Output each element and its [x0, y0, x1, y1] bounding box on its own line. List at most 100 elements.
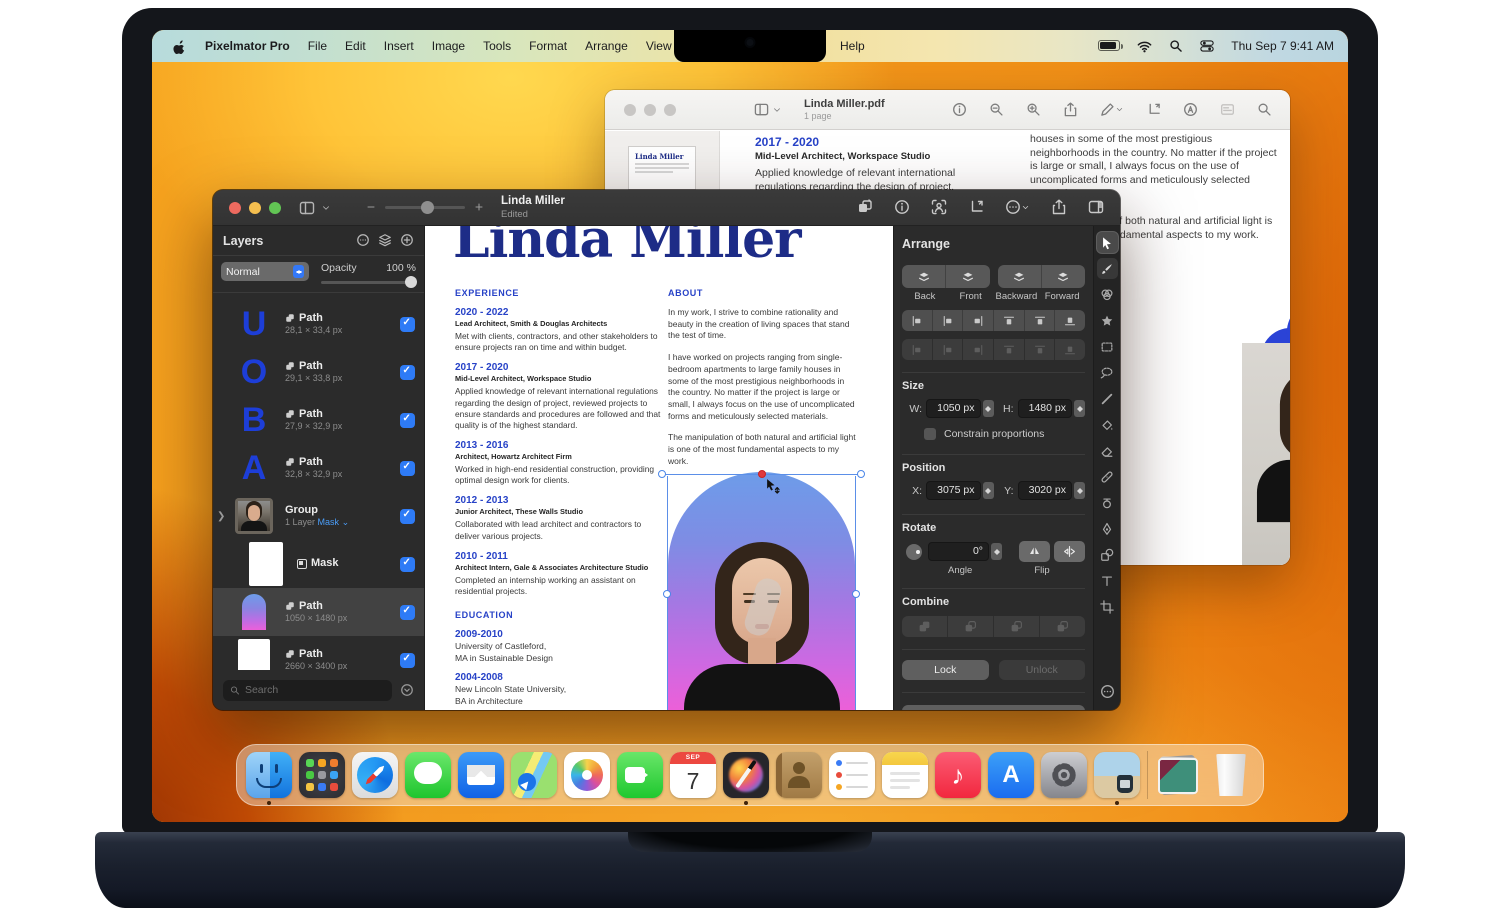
- right-sidebar-icon[interactable]: [1088, 199, 1104, 217]
- disclosure-chevron-icon[interactable]: ❯: [217, 511, 225, 522]
- layer-visibility-checkbox[interactable]: [400, 653, 415, 668]
- share-icon[interactable]: [1051, 199, 1067, 217]
- x-stepper[interactable]: [983, 482, 994, 499]
- rotation-dial[interactable]: [906, 544, 922, 560]
- minimize-button[interactable]: [644, 104, 656, 116]
- bring-forward-button[interactable]: [1042, 265, 1085, 288]
- layer-options-icon[interactable]: [356, 232, 370, 250]
- angle-field[interactable]: 0°: [928, 542, 989, 561]
- layers-search-field[interactable]: [223, 680, 392, 701]
- layers-filter-icon[interactable]: [378, 232, 392, 250]
- dock-messages[interactable]: [405, 752, 451, 798]
- layer-visibility-checkbox[interactable]: [400, 605, 415, 620]
- selection-handle-mid-right[interactable]: [852, 590, 860, 598]
- zoom-out-icon[interactable]: [989, 101, 1004, 119]
- y-field[interactable]: 3020 px: [1018, 481, 1073, 500]
- page-thumbnail[interactable]: Linda Miller: [629, 147, 695, 189]
- menu-edit[interactable]: Edit: [345, 39, 366, 53]
- layer-row-group[interactable]: ❯ Group1 Layer Mask ⌄: [213, 492, 424, 540]
- zoom-in-icon[interactable]: [1026, 101, 1041, 119]
- constrain-proportions-checkbox[interactable]: [924, 428, 936, 440]
- blend-mode-select[interactable]: Normal: [221, 262, 309, 281]
- erase-tool[interactable]: [1097, 440, 1118, 461]
- apple-menu-icon[interactable]: [172, 38, 187, 53]
- rect-select-tool[interactable]: [1097, 336, 1118, 357]
- layer-row-selected[interactable]: Path1050 × 1480 px: [213, 588, 424, 636]
- dock-stack[interactable]: [1155, 752, 1201, 798]
- menu-tools[interactable]: Tools: [483, 39, 511, 53]
- type-tool[interactable]: [1097, 570, 1118, 591]
- style-tool[interactable]: [1097, 258, 1118, 279]
- zoom-button[interactable]: [664, 104, 676, 116]
- dock-mail[interactable]: [458, 752, 504, 798]
- search-input[interactable]: [245, 684, 385, 696]
- dock-reminders[interactable]: [829, 752, 875, 798]
- mask-chevron-icon[interactable]: ⌄: [342, 517, 350, 527]
- align-left-button[interactable]: [902, 310, 933, 331]
- layer-row-mask[interactable]: Mask: [213, 540, 424, 588]
- height-field[interactable]: 1480 px: [1018, 399, 1073, 418]
- zoom-slider[interactable]: [365, 199, 485, 217]
- menu-image[interactable]: Image: [432, 39, 465, 53]
- dock-contacts[interactable]: [776, 752, 822, 798]
- info-icon[interactable]: [952, 101, 967, 119]
- layer-visibility-checkbox[interactable]: [400, 557, 415, 572]
- sidebar-toggle-button[interactable]: [754, 102, 782, 117]
- align-bottom-button[interactable]: [1055, 310, 1085, 331]
- crop-rotate-icon[interactable]: [968, 199, 984, 217]
- dock-pixelmator-pro[interactable]: [723, 752, 769, 798]
- dock-facetime[interactable]: [617, 752, 663, 798]
- close-button[interactable]: [229, 202, 241, 214]
- retouch-tool[interactable]: [1097, 466, 1118, 487]
- align-center-h-button[interactable]: [933, 310, 964, 331]
- effects-tool[interactable]: [1097, 310, 1118, 331]
- preview-titlebar[interactable]: Linda Miller.pdf 1 page: [605, 90, 1290, 130]
- transform-button[interactable]: Transform…: [902, 705, 1085, 710]
- zoom-plus-icon[interactable]: [473, 199, 485, 217]
- bring-front-button[interactable]: [946, 265, 989, 288]
- mask-link[interactable]: Mask: [318, 517, 340, 527]
- dock-system-settings[interactable]: [1041, 752, 1087, 798]
- selection-handle-top-center[interactable]: [758, 470, 766, 478]
- layer-visibility-checkbox[interactable]: [400, 413, 415, 428]
- layer-row[interactable]: B Path27,9 × 32,9 px: [213, 396, 424, 444]
- align-middle-v-button[interactable]: [1025, 310, 1056, 331]
- angle-stepper[interactable]: [991, 543, 1002, 560]
- dock-photos[interactable]: [564, 752, 610, 798]
- send-backward-button[interactable]: [998, 265, 1042, 288]
- markup-icon[interactable]: [1100, 101, 1124, 119]
- menu-help[interactable]: Help: [840, 39, 865, 53]
- window-controls[interactable]: [213, 202, 281, 214]
- control-center-icon[interactable]: [1200, 39, 1214, 54]
- zoom-slider-knob[interactable]: [421, 201, 434, 214]
- dock-trash[interactable]: [1208, 752, 1254, 798]
- send-back-button[interactable]: [902, 265, 946, 288]
- dock-music[interactable]: [935, 752, 981, 798]
- zoom-slider-track[interactable]: [385, 206, 465, 209]
- preview-window-controls[interactable]: [605, 104, 676, 116]
- move-tool[interactable]: [1097, 232, 1118, 253]
- align-right-button[interactable]: [963, 310, 994, 331]
- more-options-icon[interactable]: [1005, 199, 1030, 217]
- menu-insert[interactable]: Insert: [384, 39, 414, 53]
- dock-calendar[interactable]: SEP7: [670, 752, 716, 798]
- fill-tool[interactable]: [1097, 414, 1118, 435]
- spotlight-icon[interactable]: [1169, 39, 1183, 54]
- menu-arrange[interactable]: Arrange: [585, 39, 628, 53]
- selection-handle-mid-left[interactable]: [663, 590, 671, 598]
- selected-arch-shape[interactable]: [668, 472, 855, 710]
- add-layer-icon[interactable]: [400, 232, 414, 250]
- layer-visibility-checkbox[interactable]: [400, 509, 415, 524]
- pixelmator-window[interactable]: Linda Miller Edited Layers: [213, 190, 1120, 710]
- share-icon[interactable]: [1063, 101, 1078, 119]
- layer-visibility-checkbox[interactable]: [400, 365, 415, 380]
- document-canvas[interactable]: Linda Miller EXPERIENCE 2020 - 2022 Lead…: [425, 226, 893, 710]
- y-stepper[interactable]: [1074, 482, 1085, 499]
- pen-tool[interactable]: [1097, 518, 1118, 539]
- selection-handle-top-left[interactable]: [658, 470, 666, 478]
- layer-row[interactable]: A Path32,8 × 32,9 px: [213, 444, 424, 492]
- paint-tool[interactable]: [1097, 388, 1118, 409]
- flip-horizontal-button[interactable]: [1054, 541, 1085, 562]
- dock-preview[interactable]: [1094, 752, 1140, 798]
- dock-maps[interactable]: [511, 752, 557, 798]
